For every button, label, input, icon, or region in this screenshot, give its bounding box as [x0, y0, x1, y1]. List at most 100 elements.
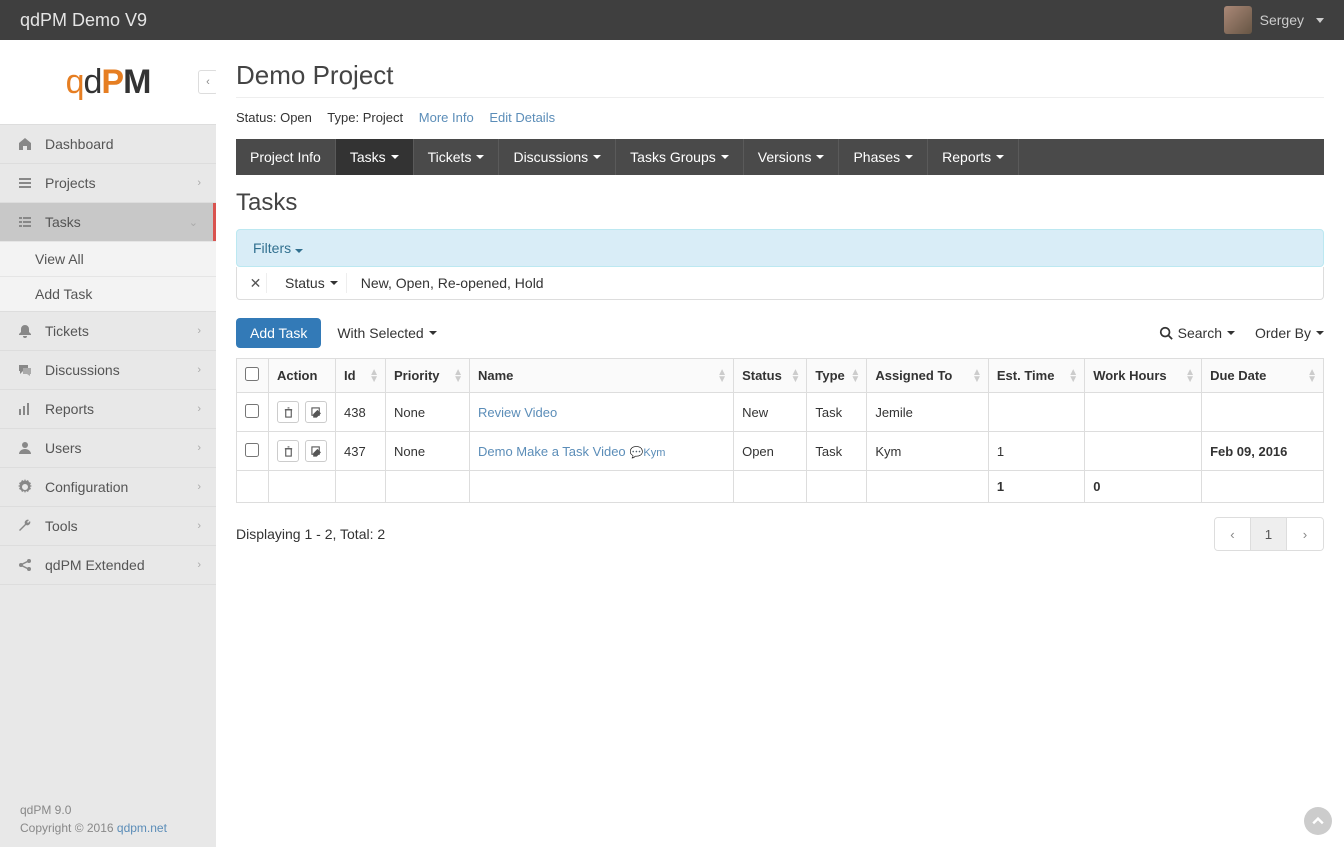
user-icon — [15, 440, 35, 456]
chevron-up-icon — [1312, 815, 1324, 827]
sidebar-item-qdpm-extended[interactable]: qdPM Extended› — [0, 546, 216, 584]
edit-icon — [311, 446, 322, 457]
column-header — [237, 359, 269, 393]
chevron-down-icon — [593, 155, 601, 159]
main-content: Demo Project Status: Open Type: Project … — [216, 40, 1344, 847]
filter-field-dropdown[interactable]: Status — [277, 273, 347, 293]
sidebar-item-projects[interactable]: Projects› — [0, 164, 216, 202]
wrench-icon — [15, 518, 35, 534]
chevron-down-icon — [905, 155, 913, 159]
tab-tasks[interactable]: Tasks — [336, 139, 414, 175]
comments-icon — [15, 362, 35, 378]
sort-icon: ▲▼ — [453, 369, 463, 383]
column-header[interactable]: Id▲▼ — [336, 359, 386, 393]
section-title: Tasks — [236, 189, 1324, 217]
task-name-link[interactable]: Review Video — [478, 405, 557, 420]
column-header[interactable]: Type▲▼ — [807, 359, 867, 393]
filter-remove-button[interactable]: ✕ — [245, 273, 267, 293]
filter-chip: ✕ Status New, Open, Re-opened, Hold — [236, 267, 1324, 300]
sort-icon: ▲▼ — [790, 369, 800, 383]
chevron-right-icon: › — [197, 403, 201, 415]
sidebar-item-tasks[interactable]: Tasks⌄ — [0, 203, 216, 241]
select-all-checkbox[interactable] — [245, 367, 259, 381]
tab-tickets[interactable]: Tickets — [414, 139, 500, 175]
column-header[interactable]: Assigned To▲▼ — [867, 359, 989, 393]
sidebar-item-discussions[interactable]: Discussions› — [0, 351, 216, 389]
share-icon — [15, 557, 35, 573]
sidebar-subitem-add-task[interactable]: Add Task — [0, 276, 216, 311]
bell-icon — [15, 323, 35, 339]
pager-page-button[interactable]: 1 — [1251, 518, 1287, 550]
column-header[interactable]: Work Hours▲▼ — [1085, 359, 1202, 393]
column-header: Action — [269, 359, 336, 393]
sidebar-subitem-view-all[interactable]: View All — [0, 241, 216, 276]
with-selected-dropdown[interactable]: With Selected — [337, 325, 436, 341]
delete-button[interactable] — [277, 401, 299, 423]
filters-toggle[interactable]: Filters — [236, 229, 1324, 267]
barchart-icon — [15, 401, 35, 417]
sidebar-item-users[interactable]: Users› — [0, 429, 216, 467]
sort-icon: ▲▼ — [717, 369, 727, 383]
edit-button[interactable] — [305, 401, 327, 423]
scroll-top-button[interactable] — [1304, 807, 1332, 835]
list-icon — [15, 214, 35, 230]
edit-button[interactable] — [305, 440, 327, 462]
sort-icon: ▲▼ — [972, 369, 982, 383]
sort-icon: ▲▼ — [850, 369, 860, 383]
tabsbar: Project InfoTasksTicketsDiscussionsTasks… — [236, 139, 1324, 175]
tab-reports[interactable]: Reports — [928, 139, 1019, 175]
chevron-down-icon — [295, 249, 303, 253]
chevron-down-icon — [330, 281, 338, 285]
meta-row: Status: Open Type: Project More Info Edi… — [236, 110, 1324, 125]
footer: qdPM 9.0 Copyright © 2016 qdpm.net — [20, 801, 167, 837]
delete-button[interactable] — [277, 440, 299, 462]
topbar: qdPM Demo V9 Sergey — [0, 0, 1344, 40]
column-header[interactable]: Priority▲▼ — [386, 359, 470, 393]
chevron-down-icon — [429, 331, 437, 335]
column-header[interactable]: Status▲▼ — [734, 359, 807, 393]
logo: qdPM ‹ — [0, 40, 216, 125]
row-checkbox[interactable] — [245, 404, 259, 418]
footer-version: qdPM 9.0 — [20, 801, 167, 819]
column-header[interactable]: Est. Time▲▼ — [988, 359, 1084, 393]
task-name-link[interactable]: Demo Make a Task Video — [478, 444, 626, 459]
sidebar-item-reports[interactable]: Reports› — [0, 390, 216, 428]
chevron-right-icon: › — [197, 177, 201, 189]
sort-icon: ▲▼ — [1307, 369, 1317, 383]
sidebar-item-configuration[interactable]: Configuration› — [0, 468, 216, 506]
totals-row: 1 0 — [237, 471, 1324, 503]
tab-discussions[interactable]: Discussions — [499, 139, 616, 175]
tab-phases[interactable]: Phases — [839, 139, 928, 175]
chevron-right-icon: › — [197, 442, 201, 454]
pager-next-button[interactable]: › — [1287, 518, 1323, 550]
column-header[interactable]: Name▲▼ — [470, 359, 734, 393]
more-info-link[interactable]: More Info — [419, 110, 474, 125]
chevron-right-icon: › — [197, 559, 201, 571]
add-task-button[interactable]: Add Task — [236, 318, 321, 348]
edit-details-link[interactable]: Edit Details — [489, 110, 555, 125]
trash-icon — [283, 446, 294, 457]
pager-prev-button[interactable]: ‹ — [1215, 518, 1251, 550]
sidebar-item-dashboard[interactable]: Dashboard — [0, 125, 216, 163]
sidebar-collapse-button[interactable]: ‹ — [198, 70, 218, 94]
tab-versions[interactable]: Versions — [744, 139, 840, 175]
user-menu[interactable]: Sergey — [1224, 6, 1324, 34]
pager-row: Displaying 1 - 2, Total: 2 ‹ 1 › — [236, 517, 1324, 551]
tab-tasks-groups[interactable]: Tasks Groups — [616, 139, 744, 175]
type-label: Type: Project — [327, 110, 403, 125]
chevron-down-icon — [1227, 331, 1235, 335]
footer-link[interactable]: qdpm.net — [117, 821, 167, 835]
tab-project-info[interactable]: Project Info — [236, 139, 336, 175]
page-title: Demo Project — [236, 60, 1324, 98]
orderby-dropdown[interactable]: Order By — [1255, 325, 1324, 341]
column-header[interactable]: Due Date▲▼ — [1202, 359, 1324, 393]
sort-icon: ▲▼ — [369, 369, 379, 383]
comment-tag[interactable]: 💬Kym — [630, 447, 666, 459]
chevron-right-icon: › — [197, 325, 201, 337]
chevron-right-icon: › — [197, 481, 201, 493]
row-checkbox[interactable] — [245, 443, 259, 457]
search-dropdown[interactable]: Search — [1159, 325, 1235, 341]
sidebar-item-tickets[interactable]: Tickets› — [0, 312, 216, 350]
sidebar-item-tools[interactable]: Tools› — [0, 507, 216, 545]
home-icon — [15, 136, 35, 152]
